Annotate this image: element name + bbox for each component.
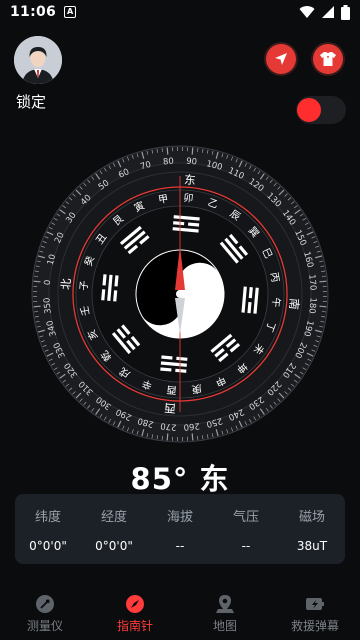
- info-longitude: 经度 0°0'0": [81, 494, 147, 564]
- degree-tick: [319, 305, 327, 308]
- status-bar: 11:06 A: [0, 0, 360, 24]
- mountain-label: 丙: [268, 272, 281, 284]
- degree-tick: [182, 147, 183, 152]
- rescue-icon: [305, 594, 325, 614]
- shirt-icon: [320, 52, 336, 66]
- mountain-label: 午: [269, 297, 283, 308]
- status-time: 11:06: [10, 4, 57, 20]
- cardinal-label: 北: [58, 277, 73, 290]
- lock-label: 锁定: [16, 93, 47, 111]
- info-magnetic-field: 磁场 38uT: [279, 494, 345, 564]
- info-label: 纬度: [34, 509, 61, 525]
- notification-badge-icon: A: [64, 6, 77, 18]
- tab-rescue[interactable]: 救援弹幕: [270, 588, 360, 640]
- info-altitude: 海拔 --: [147, 494, 213, 564]
- sensor-info-card: 纬度 0°0'0" 经度 0°0'0" 海拔 -- 气压 -- 磁场 38uT: [15, 494, 345, 564]
- skin-button[interactable]: [313, 44, 343, 74]
- user-avatar-icon: [14, 36, 62, 84]
- info-value: 0°0'0": [29, 538, 67, 553]
- info-label: 经度: [100, 509, 127, 525]
- mountain-label: 子: [78, 280, 91, 291]
- degree-tick: [322, 291, 327, 292]
- mountain-label: 卯: [183, 192, 194, 205]
- info-value: --: [241, 538, 251, 553]
- info-value: 38uT: [296, 538, 328, 553]
- lock-toggle[interactable]: [296, 96, 346, 124]
- info-label: 海拔: [166, 509, 193, 525]
- degree-label: 180: [306, 297, 317, 314]
- info-label: 气压: [232, 509, 259, 525]
- wifi-icon: [299, 6, 315, 19]
- degree-label: 80: [163, 157, 175, 168]
- compass-icon: [125, 594, 145, 614]
- degree-label: 90: [186, 157, 198, 168]
- degree-tick: [177, 436, 178, 441]
- locate-button[interactable]: [266, 44, 296, 74]
- toggle-knob: [297, 98, 321, 122]
- battery-icon: [341, 4, 350, 20]
- degree-tick: [191, 147, 194, 155]
- degree-tick: [322, 296, 327, 297]
- heading-readout: 85° 东: [130, 462, 230, 496]
- info-pressure: 气压 --: [213, 494, 279, 564]
- needle-pivot: [176, 290, 184, 298]
- cardinal-label: 东: [184, 172, 197, 187]
- map-pin-icon: [215, 594, 235, 614]
- cardinal-label: 南: [287, 298, 302, 311]
- bottom-tab-bar: 测量仪 指南针 地图 救援弹幕: [0, 588, 360, 640]
- info-value: 0°0'0": [95, 538, 133, 553]
- mountain-label: 甲: [158, 194, 170, 207]
- tab-label: 救援弹幕: [290, 619, 339, 633]
- cardinal-label: 西: [164, 401, 177, 416]
- info-latitude: 纬度 0°0'0": [15, 494, 81, 564]
- tab-label: 指南针: [116, 619, 153, 633]
- navigation-arrow-icon: [275, 53, 287, 65]
- degree-label: 0: [43, 279, 53, 285]
- degree-label: 260: [183, 420, 200, 431]
- compass-dial[interactable]: 010203040506070 80 90 100 110120130140150160…: [30, 144, 330, 444]
- compass-screen: 11:06 A 锁定 0 10 20 30 40 50 60 70 80 90 100 110 120 1…: [0, 0, 360, 640]
- mountain-label: 壬: [79, 305, 93, 317]
- info-value: --: [175, 538, 185, 553]
- mountain-label: 酉: [166, 383, 177, 395]
- degree-label: 270: [160, 420, 177, 431]
- degree-tick: [33, 291, 38, 292]
- degree-tick: [177, 147, 178, 152]
- cellular-signal-icon: [322, 6, 334, 18]
- degree-label: 170: [306, 274, 317, 291]
- degree-tick: [33, 296, 38, 297]
- tab-label: 测量仪: [26, 619, 63, 633]
- tab-compass[interactable]: 指南针: [90, 588, 180, 640]
- degree-label: 350: [42, 297, 53, 314]
- tab-measure[interactable]: 测量仪: [0, 588, 90, 640]
- degree-tick: [166, 433, 169, 441]
- info-label: 磁场: [298, 509, 325, 525]
- tab-label: 地图: [212, 619, 237, 633]
- degree-tick: [33, 280, 41, 283]
- tab-map[interactable]: 地图: [180, 588, 270, 640]
- degree-tick: [182, 436, 183, 441]
- avatar[interactable]: [14, 36, 62, 84]
- measure-icon: [35, 594, 55, 614]
